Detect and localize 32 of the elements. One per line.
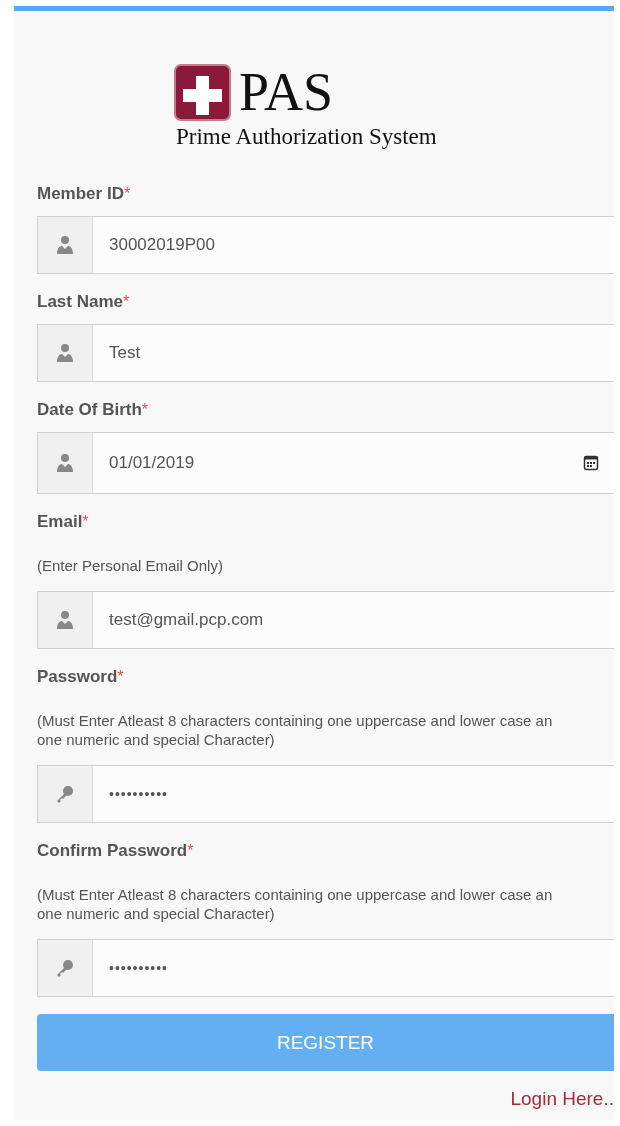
required-mark: * [187,841,194,861]
input-field[interactable]: Test [37,324,614,382]
calendar-icon[interactable] [583,455,599,471]
key-icon [55,958,75,978]
field-label: Date Of Birth [37,399,142,421]
key-icon [55,784,75,804]
field-label: Confirm Password [37,840,188,862]
required-mark: * [117,667,124,687]
logo-subtitle: Prime Authorization System [176,123,438,151]
input-field[interactable]: test@gmail.pcp.com [37,591,614,649]
user-icon [56,610,74,630]
user-icon [56,453,74,473]
field-label: Last Name [37,291,123,313]
user-icon [56,343,74,363]
medical-cross-logo-icon [174,64,231,121]
input-field[interactable]: •••••••••• [37,765,614,823]
field-hint: (Must Enter Atleast 8 characters containing one uppercase and lower case an one numeric and special Character) [37,885,554,923]
required-mark: * [123,292,130,312]
input-field[interactable]: •••••••••• [37,939,614,997]
field-label: Password [37,666,118,688]
field-label: Email [37,511,83,533]
user-icon [56,235,74,255]
field-hint: (Enter Personal Email Only) [37,556,224,575]
field-label: Member ID [37,183,124,205]
field-hint: (Must Enter Atleast 8 characters containing one uppercase and lower case an one numeric and special Character) [37,711,554,749]
logo-title: PAS [239,64,334,121]
input-field[interactable]: 01/01/2019 [37,432,614,494]
login-link[interactable]: Login Here.. [510,1088,614,1110]
required-mark: * [82,512,89,532]
input-field[interactable]: 30002019P00 [37,216,614,274]
required-mark: * [141,400,149,420]
required-mark: * [123,184,131,204]
